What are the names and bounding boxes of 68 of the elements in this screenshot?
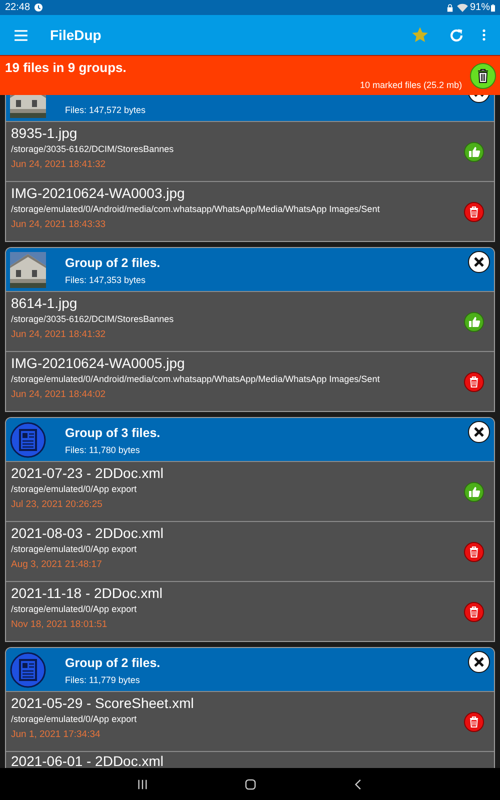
trash-icon[interactable]: [464, 542, 484, 562]
file-row[interactable]: IMG-20210624-WA0003.jpg /storage/emulated/0/Android/media/com.whatsapp/WhatsApp/Media/WhatsApp Images/Sent Jun 24, 2021 18:43:33: [6, 181, 494, 241]
group-size: Files: 11,780 bytes: [65, 444, 141, 456]
file-path: /storage/emulated/0/App export: [11, 543, 138, 556]
battery-percent: 91%: [470, 1, 490, 15]
file-row[interactable]: 8935-1.jpg /storage/3035-6162/DCIM/StoresBannes Jun 24, 2021 18:41:32: [6, 121, 494, 181]
file-name: 2021-08-03 - 2DDoc.xml: [11, 524, 165, 542]
trash-icon[interactable]: [464, 712, 484, 732]
file-name: IMG-20210624-WA0005.jpg: [11, 354, 186, 372]
file-date: Jun 1, 2021 17:34:34: [11, 728, 102, 742]
file-row[interactable]: 2021-06-01 - 2DDoc.xml: [6, 751, 494, 768]
file-name: 2021-06-01 - 2DDoc.xml: [11, 754, 165, 768]
status-time: 22:48: [5, 1, 30, 15]
trash-icon[interactable]: [464, 202, 484, 222]
file-row[interactable]: 2021-08-03 - 2DDoc.xml /storage/emulated/0/App export Aug 3, 2021 21:48:17: [6, 521, 494, 581]
file-path: /storage/emulated/0/App export: [11, 603, 138, 616]
star-icon[interactable]: [411, 26, 429, 44]
file-row[interactable]: 2021-05-29 - ScoreSheet.xml /storage/emulated/0/App export Jun 1, 2021 17:34:34: [6, 691, 494, 751]
app-title: FileDup: [50, 26, 102, 45]
file-date: Aug 3, 2021 21:48:17: [11, 558, 103, 572]
file-path: /storage/emulated/0/App export: [11, 713, 138, 726]
home-icon[interactable]: [244, 778, 256, 790]
file-date: Jun 24, 2021 18:41:32: [11, 328, 107, 342]
file-name: 2021-05-29 - ScoreSheet.xml: [11, 694, 195, 712]
thumbs-up-icon[interactable]: [464, 312, 484, 332]
file-path: /storage/emulated/0/Android/media/com.whatsapp/WhatsApp/Media/WhatsApp Images/Sent: [11, 203, 381, 216]
group-title: Group of 3 files.: [65, 424, 162, 442]
wifi-icon: [456, 3, 468, 12]
file-row[interactable]: 8614-1.jpg /storage/3035-6162/DCIM/StoresBannes Jun 24, 2021 18:41:32: [6, 291, 494, 351]
file-date: Jun 24, 2021 18:43:33: [11, 218, 107, 232]
thumbs-up-icon[interactable]: [464, 482, 484, 502]
recent-apps-icon[interactable]: [136, 778, 148, 790]
delete-marked-button[interactable]: [470, 62, 496, 88]
notification-icon: [34, 3, 44, 12]
file-date: Jun 24, 2021 18:44:02: [11, 388, 107, 402]
thumbs-up-icon[interactable]: [464, 142, 484, 162]
document-icon: [10, 652, 46, 688]
file-path: /storage/emulated/0/Android/media/com.whatsapp/WhatsApp/Media/WhatsApp Images/Sent: [11, 373, 381, 386]
group-size: Files: 147,353 bytes: [65, 274, 147, 286]
refresh-icon[interactable]: [448, 26, 465, 44]
file-date: Nov 18, 2021 18:01:51: [11, 618, 108, 632]
group-size: Files: 147,572 bytes: [65, 104, 147, 116]
file-path: /storage/3035-6162/DCIM/StoresBannes: [11, 143, 175, 156]
more-icon[interactable]: [482, 29, 486, 41]
trash-icon[interactable]: [464, 372, 484, 392]
file-row[interactable]: 2021-11-18 - 2DDoc.xml /storage/emulated/0/App export Nov 18, 2021 18:01:51: [6, 581, 494, 641]
trash-icon[interactable]: [464, 602, 484, 622]
file-name: 8935-1.jpg: [11, 124, 78, 142]
file-row[interactable]: 2021-07-23 - 2DDoc.xml /storage/emulated/0/App export Jul 23, 2021 20:26:25: [6, 461, 494, 521]
file-name: 2021-11-18 - 2DDoc.xml: [11, 584, 164, 602]
file-name: 2021-07-23 - 2DDoc.xml: [11, 464, 165, 482]
marked-files-text: 10 marked files (25.2 mb): [360, 78, 462, 92]
file-date: Jul 23, 2021 20:26:25: [11, 498, 104, 512]
group-title: Group of 2 files.: [65, 654, 162, 672]
lock-icon: [446, 4, 453, 12]
document-icon: [10, 422, 46, 458]
group-size: Files: 11,779 bytes: [65, 674, 141, 686]
group-title: Group of 2 files.: [65, 254, 162, 272]
file-path: /storage/emulated/0/App export: [11, 483, 138, 496]
file-row[interactable]: IMG-20210624-WA0005.jpg /storage/emulated/0/Android/media/com.whatsapp/WhatsApp/Media/WhatsApp Images/Sent Jun 24, 2021 18:44:02: [6, 351, 494, 411]
summary-text: 19 files in 9 groups.: [5, 60, 126, 76]
menu-icon[interactable]: [14, 30, 28, 40]
file-path: /storage/3035-6162/DCIM/StoresBannes: [11, 313, 175, 326]
file-name: 8614-1.jpg: [11, 294, 78, 312]
file-date: Jun 24, 2021 18:41:32: [11, 158, 107, 172]
file-name: IMG-20210624-WA0003.jpg: [11, 184, 186, 202]
battery-icon: [491, 4, 495, 12]
back-icon[interactable]: [352, 778, 364, 790]
